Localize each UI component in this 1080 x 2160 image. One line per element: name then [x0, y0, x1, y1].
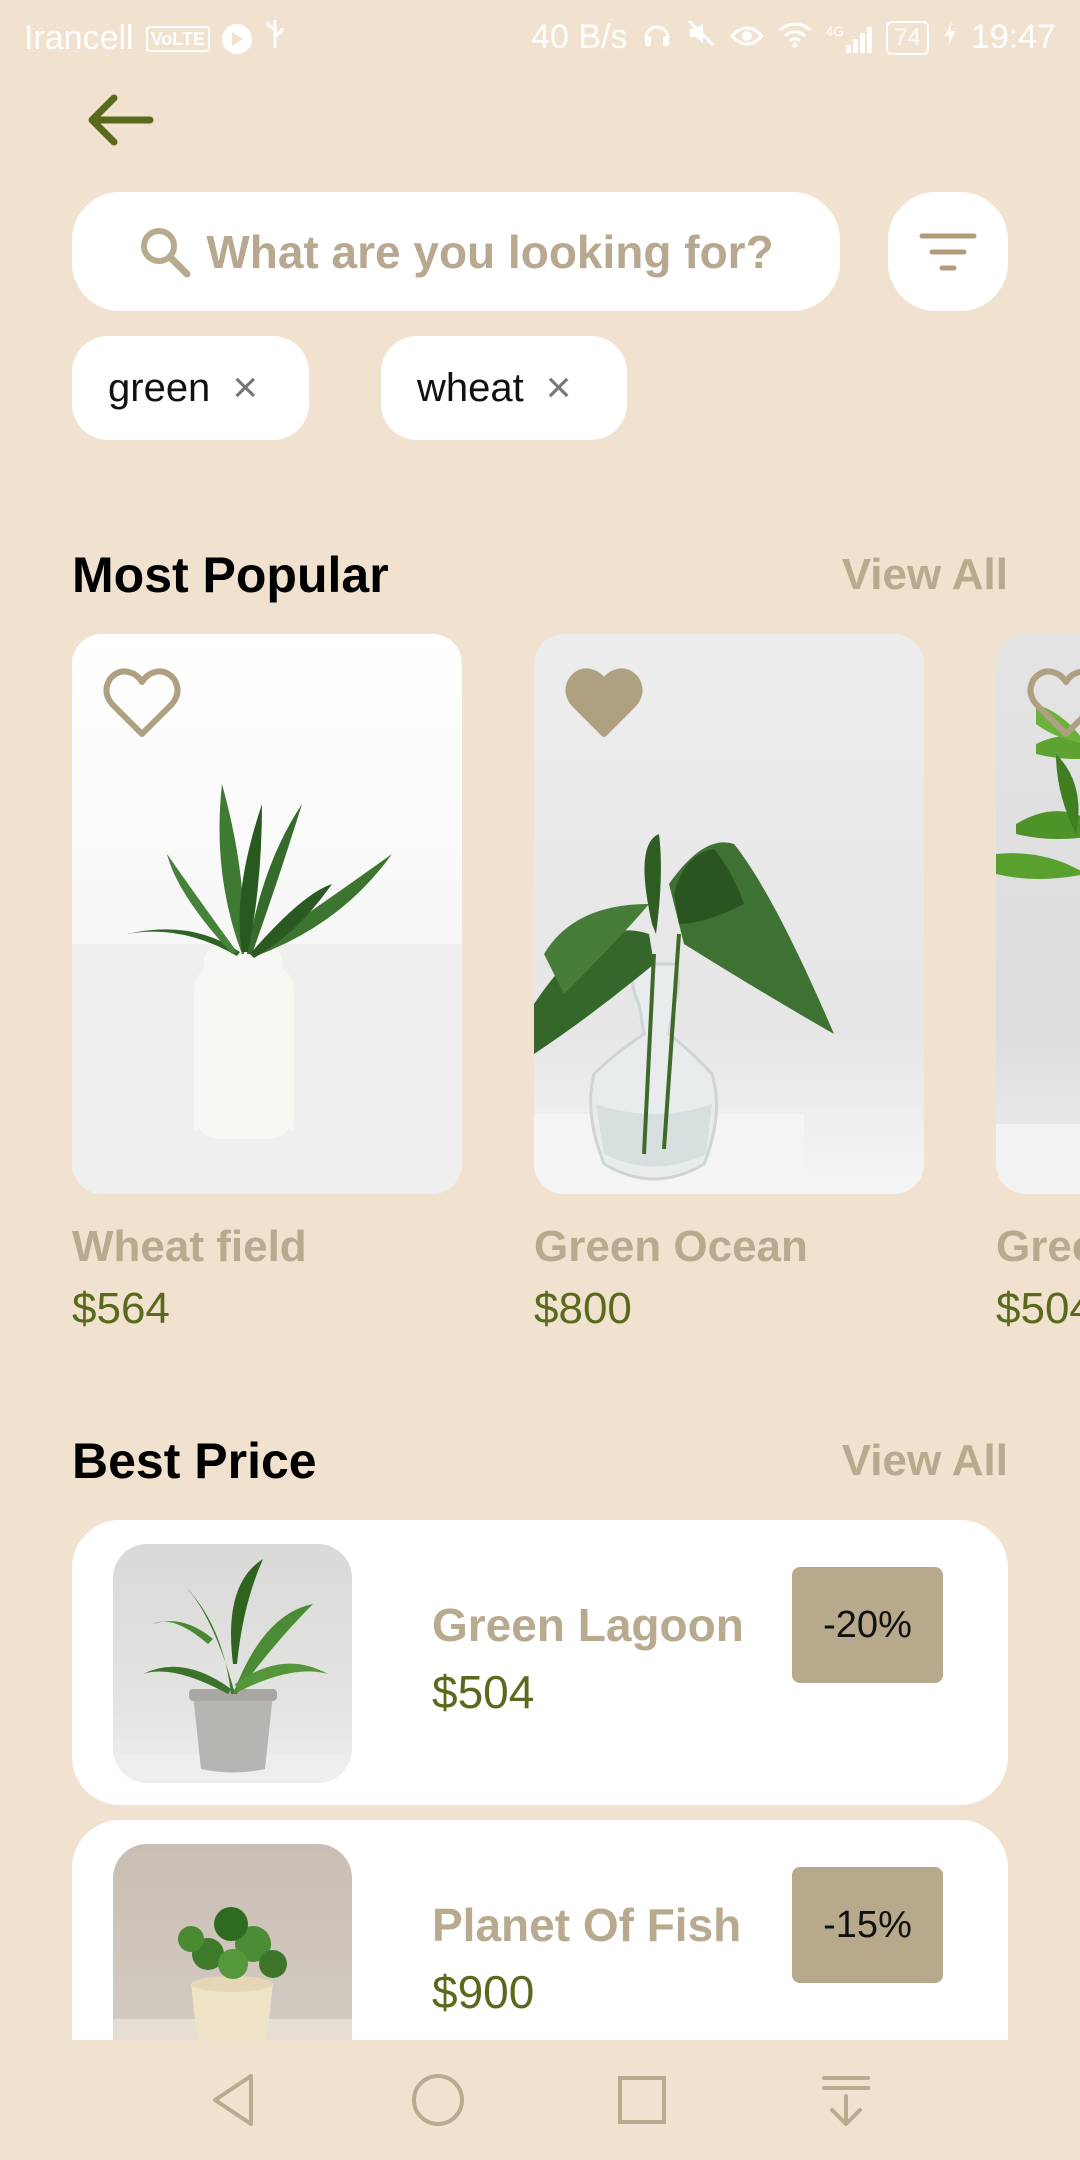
search-input[interactable]: What are you looking for?	[72, 192, 840, 311]
network-speed: 40 B/s	[531, 18, 628, 56]
search-icon	[141, 227, 191, 277]
status-bar: Irancell VoLTE 40 B/s 4G 74 19:47	[0, 0, 1080, 72]
volte-icon: VoLTE	[145, 25, 210, 52]
nav-home-icon[interactable]	[406, 2068, 470, 2132]
discount-badge: -15%	[792, 1867, 943, 1983]
product-image	[534, 634, 924, 1194]
product-name: Green Ocean	[534, 1222, 808, 1271]
best-price-item[interactable]: Green Lagoon $504 -20%	[72, 1520, 1008, 1805]
carrier-name: Irancell	[24, 19, 134, 57]
usb-icon	[264, 18, 286, 59]
heart-icon[interactable]	[1026, 664, 1080, 740]
charging-icon	[943, 18, 957, 57]
filter-chip-wheat[interactable]: wheat ×	[381, 336, 627, 440]
nav-notifications-icon[interactable]	[814, 2068, 878, 2132]
product-card[interactable]: Wheat field $564	[72, 634, 462, 1334]
filter-button[interactable]	[888, 192, 1008, 311]
product-price: $564	[72, 1284, 170, 1333]
back-button[interactable]	[80, 80, 160, 160]
product-thumbnail	[113, 1544, 352, 1783]
section-title-most-popular: Most Popular	[72, 547, 389, 603]
signal-icon: 4G	[826, 23, 873, 53]
system-nav-bar	[0, 2040, 1080, 2160]
network-type: 4G	[825, 22, 845, 39]
clock: 19:47	[970, 18, 1056, 56]
eye-icon	[729, 18, 764, 57]
play-icon	[221, 23, 252, 54]
heart-icon[interactable]	[564, 664, 644, 740]
section-title-best-price: Best Price	[72, 1433, 317, 1489]
product-name: Planet Of Fish	[432, 1899, 742, 1951]
battery-indicator: 74	[886, 20, 929, 55]
filter-chip-green[interactable]: green ×	[72, 336, 309, 440]
back-arrow-icon	[88, 94, 154, 146]
mute-icon	[686, 18, 716, 57]
filter-icon	[919, 233, 977, 270]
discount-badge: -20%	[792, 1567, 943, 1683]
product-card[interactable]: Green $504	[996, 634, 1080, 1334]
product-name: Green	[996, 1222, 1080, 1271]
chip-label: green	[108, 365, 211, 410]
close-icon[interactable]: ×	[546, 366, 572, 410]
product-price: $800	[534, 1284, 632, 1333]
product-name: Wheat field	[72, 1222, 307, 1271]
product-price: $900	[432, 1966, 535, 2018]
search-placeholder: What are you looking for?	[206, 225, 774, 278]
product-name: Green Lagoon	[432, 1599, 744, 1651]
close-icon[interactable]: ×	[232, 366, 258, 410]
view-all-best-price[interactable]: View All	[842, 1436, 1008, 1486]
product-card[interactable]: Green Ocean $800	[534, 634, 924, 1334]
nav-recents-icon[interactable]	[610, 2068, 674, 2132]
product-image	[72, 634, 462, 1194]
headset-icon	[642, 18, 672, 57]
chip-label: wheat	[417, 365, 524, 410]
wifi-icon	[778, 18, 812, 57]
product-price: $504	[996, 1284, 1080, 1333]
nav-back-icon[interactable]	[203, 2068, 267, 2132]
product-price: $504	[432, 1666, 535, 1718]
product-image	[996, 634, 1080, 1194]
heart-icon[interactable]	[102, 664, 182, 740]
view-all-most-popular[interactable]: View All	[842, 550, 1008, 600]
